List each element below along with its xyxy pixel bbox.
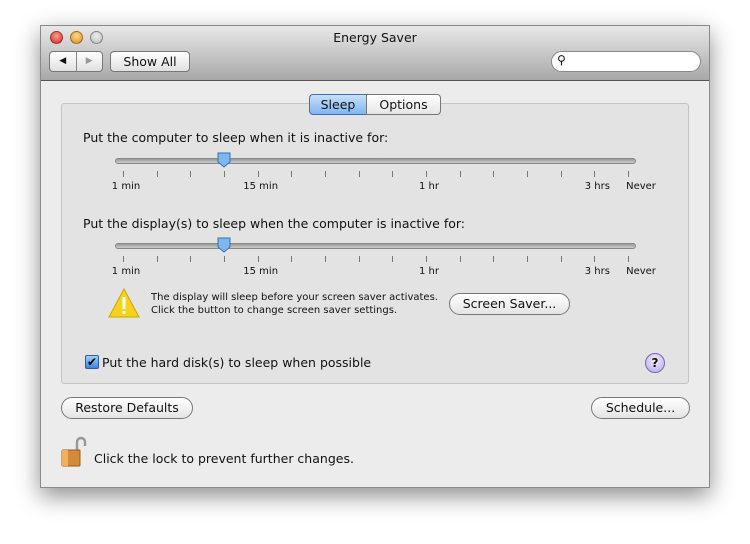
slider-tick xyxy=(594,256,596,262)
slider-tick xyxy=(257,256,259,262)
screen-saver-button[interactable]: Screen Saver... xyxy=(449,293,570,315)
slider-tick xyxy=(156,171,158,177)
window-title: Energy Saver xyxy=(333,30,417,45)
hard-disk-checkbox[interactable]: ✔ xyxy=(85,355,99,369)
toolbar: Energy Saver ◀ ▶ Show All ⚲ xyxy=(41,26,709,81)
slider-tick-label: 1 hr xyxy=(419,181,439,192)
slider-thumb[interactable] xyxy=(217,152,231,168)
forward-arrow-icon: ▶ xyxy=(85,56,93,66)
slider-tick xyxy=(426,171,427,177)
lock-text: Click the lock to prevent further change… xyxy=(94,451,354,466)
display-sleep-label: Put the display(s) to sleep when the com… xyxy=(83,216,466,231)
slider-tick xyxy=(560,256,562,262)
help-button[interactable]: ? xyxy=(645,353,665,373)
slider-tick xyxy=(291,256,293,262)
lock-icon[interactable] xyxy=(60,436,88,468)
tab-sleep[interactable]: Sleep xyxy=(309,94,367,115)
slider-track[interactable] xyxy=(115,243,636,249)
show-all-button[interactable]: Show All xyxy=(110,51,190,72)
slider-tick xyxy=(257,171,259,177)
slider-tick xyxy=(527,256,528,262)
slider-tick xyxy=(594,171,596,177)
computer-sleep-label: Put the computer to sleep when it is ina… xyxy=(83,130,389,145)
slider-tick-label: 1 min xyxy=(111,266,141,277)
slider-tick xyxy=(123,171,124,177)
slider-tick xyxy=(392,256,394,262)
slider-tick xyxy=(459,256,461,262)
schedule-button[interactable]: Schedule... xyxy=(591,397,690,419)
slider-tick xyxy=(291,171,293,177)
hard-disk-label: Put the hard disk(s) to sleep when possi… xyxy=(102,355,372,370)
back-arrow-icon: ◀ xyxy=(59,56,67,66)
slider-tick xyxy=(560,171,562,177)
energy-saver-window: Energy Saver ◀ ▶ Show All ⚲ Sleep Option… xyxy=(40,25,710,488)
slider-tick xyxy=(628,256,629,262)
slider-track[interactable] xyxy=(115,158,636,164)
slider-tick xyxy=(426,256,427,262)
slider-tick xyxy=(325,256,326,262)
slider-tick-label: Never xyxy=(626,181,656,192)
slider-tick xyxy=(123,256,124,262)
warning-text-line-2: Click the button to change screen saver … xyxy=(151,305,398,316)
slider-tick-label: 15 min xyxy=(243,266,279,277)
slider-tick xyxy=(493,171,495,177)
search-icon: ⚲ xyxy=(557,53,566,67)
checkmark-icon: ✔ xyxy=(86,355,98,369)
slider-tick-label: 1 min xyxy=(111,181,141,192)
slider-tick-label: 3 hrs xyxy=(584,266,610,277)
tab-options[interactable]: Options xyxy=(366,94,441,115)
slider-tick xyxy=(358,256,360,262)
slider-tick-label: 15 min xyxy=(243,181,279,192)
search-field[interactable]: ⚲ xyxy=(551,51,701,72)
slider-tick xyxy=(493,256,495,262)
slider-tick xyxy=(527,171,528,177)
slider-tick xyxy=(325,171,326,177)
back-button[interactable]: ◀ xyxy=(50,52,77,71)
warning-text-line-1: The display will sleep before your scree… xyxy=(151,292,438,303)
slider-tick-label: 1 hr xyxy=(419,266,439,277)
warning-icon xyxy=(108,288,140,318)
restore-defaults-button[interactable]: Restore Defaults xyxy=(61,397,193,419)
slider-tick-label: Never xyxy=(626,266,656,277)
nav-buttons: ◀ ▶ xyxy=(49,51,103,72)
slider-thumb[interactable] xyxy=(217,237,231,253)
slider-tick xyxy=(459,171,461,177)
slider-tick xyxy=(392,171,394,177)
slider-tick xyxy=(224,171,225,177)
slider-tick xyxy=(358,171,360,177)
forward-button[interactable]: ▶ xyxy=(77,52,103,71)
search-input[interactable] xyxy=(572,53,692,65)
slider-tick xyxy=(190,256,192,262)
slider-tick xyxy=(224,256,225,262)
slider-tick-label: 3 hrs xyxy=(584,181,610,192)
slider-tick xyxy=(190,171,192,177)
slider-tick xyxy=(156,256,158,262)
slider-tick xyxy=(628,171,629,177)
